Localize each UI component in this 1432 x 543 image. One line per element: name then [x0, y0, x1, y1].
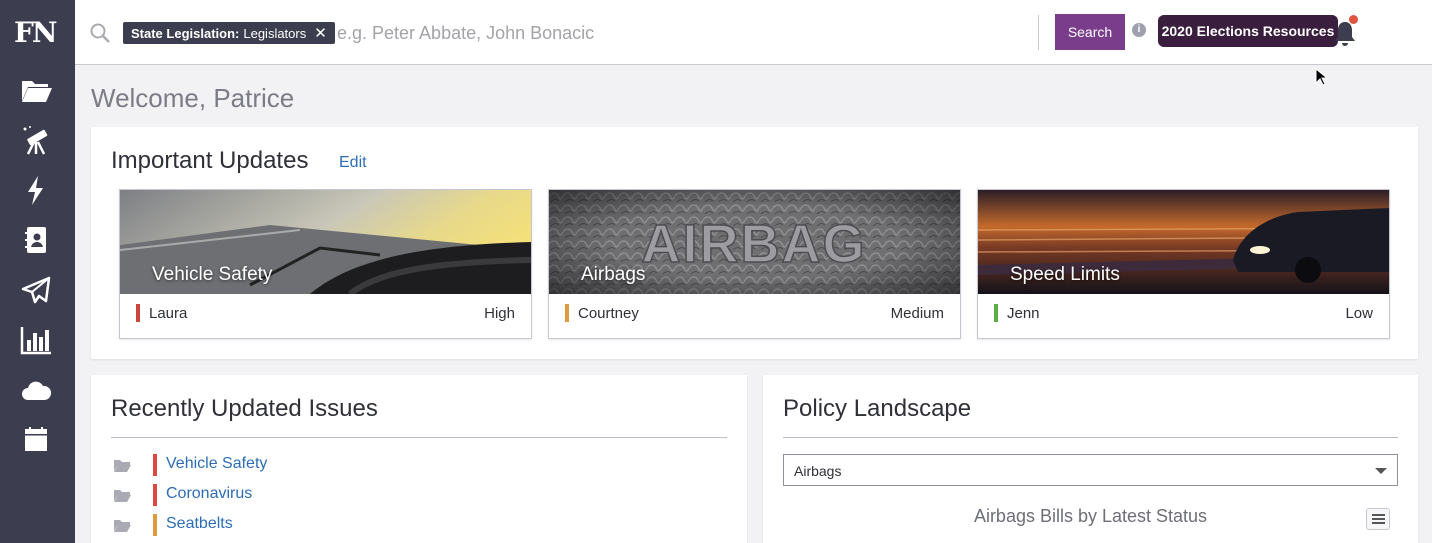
list-item[interactable]: Vehicle Safety	[113, 454, 513, 478]
priority-indicator	[153, 454, 157, 476]
update-card[interactable]: Vehicle Safety Laura High	[119, 189, 532, 339]
search-filter-chip[interactable]: State Legislation: Legislators ✕	[123, 22, 335, 44]
elections-resources-button[interactable]: 2020 Elections Resources	[1158, 15, 1338, 47]
important-updates-title: Important Updates	[111, 147, 309, 174]
divider	[783, 437, 1398, 438]
telescope-icon[interactable]	[18, 123, 54, 157]
edit-link[interactable]: Edit	[339, 154, 367, 172]
paper-plane-icon[interactable]	[18, 273, 54, 307]
search-button[interactable]: Search	[1055, 14, 1125, 50]
priority-indicator	[994, 304, 998, 322]
close-icon[interactable]: ✕	[314, 24, 327, 42]
selected-value: Airbags	[794, 463, 842, 479]
chart-title: Airbags Bills by Latest Status	[973, 506, 1208, 526]
welcome-heading: Welcome, Patrice	[91, 83, 295, 113]
vehicle-safety-image: Vehicle Safety	[120, 190, 531, 294]
list-item[interactable]: Coronavirus	[113, 484, 513, 508]
divider	[1038, 15, 1039, 50]
app-logo[interactable]: FN	[14, 16, 58, 49]
contacts-icon[interactable]	[18, 223, 54, 257]
svg-text:AIRBAG: AIRBAG	[642, 214, 867, 274]
card-priority: Low	[1345, 305, 1373, 322]
notification-dot	[1349, 15, 1358, 24]
hamburger-icon	[1372, 514, 1385, 516]
divider	[111, 437, 727, 438]
issue-link[interactable]: Vehicle Safety	[166, 455, 267, 473]
search-icon[interactable]	[89, 22, 111, 44]
folder-icon	[114, 520, 131, 532]
policy-landscape-title: Policy Landscape	[783, 395, 972, 422]
chevron-down-icon	[1375, 468, 1387, 474]
recent-issues-panel: Recently Updated Issues Vehicle Safety C…	[91, 375, 747, 543]
card-title: Speed Limits	[1010, 264, 1120, 285]
airbags-image: AIRBAG Airbags	[549, 190, 960, 294]
chip-value: Legislators	[243, 25, 307, 41]
hamburger-icon	[1372, 522, 1385, 524]
card-footer: Jenn Low	[978, 294, 1389, 338]
calendar-icon[interactable]	[18, 423, 54, 457]
card-owner: Courtney	[578, 305, 639, 322]
folder-icon	[114, 490, 131, 502]
card-owner: Laura	[149, 305, 188, 322]
lightning-icon[interactable]	[18, 173, 54, 207]
info-icon[interactable]: i	[1132, 23, 1146, 37]
card-footer: Courtney Medium	[549, 294, 960, 338]
mouse-cursor-icon	[1315, 68, 1327, 86]
search-input[interactable]	[337, 18, 1017, 48]
card-footer: Laura High	[120, 294, 531, 338]
issue-link[interactable]: Seatbelts	[166, 515, 233, 533]
card-owner: Jenn	[1007, 305, 1040, 322]
top-bar: State Legislation: Legislators ✕ Search …	[75, 0, 1432, 65]
list-item[interactable]: Seatbelts	[113, 514, 513, 538]
recent-issues-title: Recently Updated Issues	[111, 395, 378, 422]
speed-limits-image: Speed Limits	[978, 190, 1389, 294]
card-title: Airbags	[581, 264, 646, 285]
important-updates-panel: Important Updates Edit Vehicle Safety La…	[91, 127, 1418, 359]
sidebar: FN	[0, 0, 75, 543]
folder-icon[interactable]	[18, 73, 54, 107]
priority-indicator	[153, 484, 157, 506]
priority-indicator	[136, 304, 140, 322]
card-priority: Medium	[890, 305, 944, 322]
issue-link[interactable]: Coronavirus	[166, 485, 252, 503]
bar-chart-icon[interactable]	[18, 323, 54, 357]
folder-icon	[114, 460, 131, 472]
policy-landscape-panel: Policy Landscape Airbags Airbags Bills b…	[763, 375, 1418, 543]
priority-indicator	[565, 304, 569, 322]
chart-menu-button[interactable]	[1366, 508, 1390, 530]
priority-indicator	[153, 514, 157, 536]
update-card[interactable]: AIRBAG Airbags Courtney Medium	[548, 189, 961, 339]
hamburger-icon	[1372, 518, 1385, 520]
cloud-icon[interactable]	[18, 373, 54, 407]
card-priority: High	[484, 305, 515, 322]
update-card[interactable]: Speed Limits Jenn Low	[977, 189, 1390, 339]
chip-category: State Legislation:	[131, 25, 240, 41]
issue-select[interactable]: Airbags	[783, 454, 1398, 486]
card-title: Vehicle Safety	[152, 264, 273, 285]
